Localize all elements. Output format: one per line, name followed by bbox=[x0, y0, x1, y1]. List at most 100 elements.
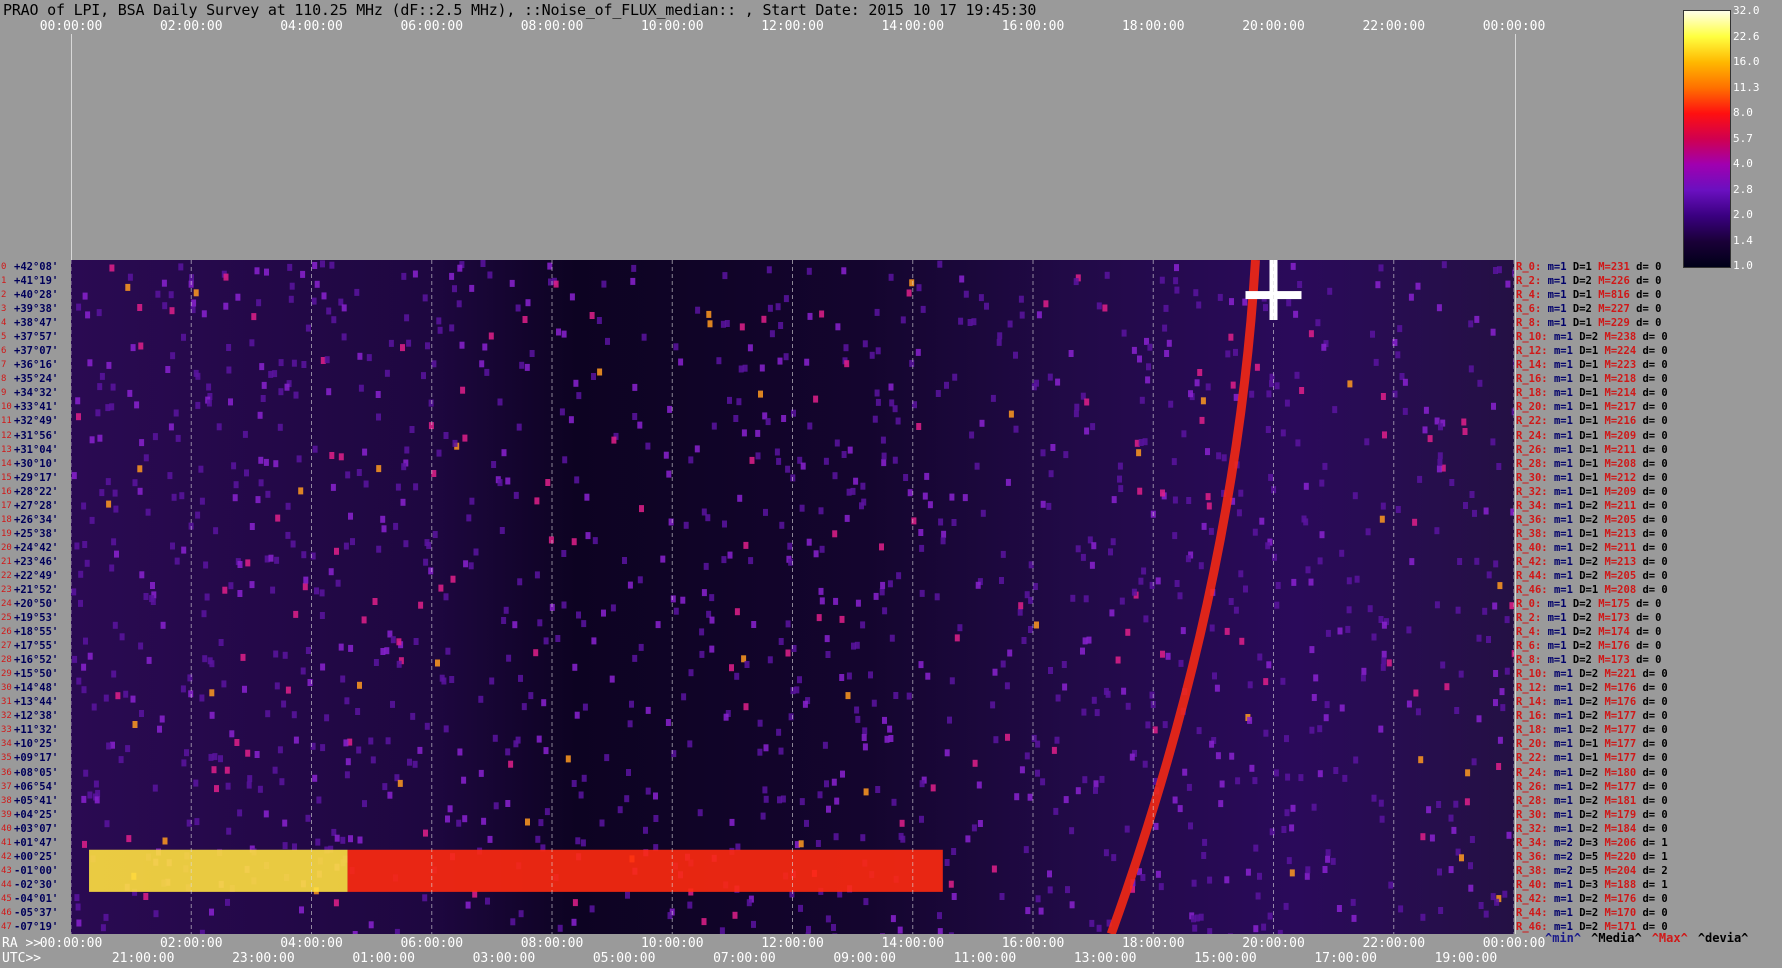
noise-pixel bbox=[1402, 378, 1408, 386]
beam-id-value: R_38: bbox=[1516, 864, 1554, 877]
noise-pixel bbox=[1381, 650, 1387, 658]
beam-id-value: R_16: bbox=[1516, 373, 1554, 386]
beam-m-value: m=1 bbox=[1553, 373, 1580, 386]
noise-pixel bbox=[1451, 826, 1457, 834]
noise-pixel bbox=[1103, 849, 1109, 857]
utc-axis-prefix: UTC>> bbox=[2, 951, 42, 966]
noise-pixel bbox=[975, 581, 981, 589]
beam-m-value: m=1 bbox=[1553, 696, 1580, 709]
noise-pixel bbox=[1096, 302, 1102, 310]
beam-dd-value: d= 0 bbox=[1642, 822, 1675, 835]
noise-pixel bbox=[394, 928, 400, 934]
beam-m-value: m=2 bbox=[1553, 850, 1580, 863]
noise-pixel bbox=[879, 588, 885, 596]
noise-pixel bbox=[1108, 548, 1113, 556]
declination-label: +18°55' bbox=[14, 626, 59, 639]
noise-pixel bbox=[1047, 886, 1053, 894]
beam-m-value: m=1 bbox=[1553, 485, 1580, 498]
noise-pixel bbox=[637, 576, 643, 584]
noise-pixel bbox=[450, 575, 456, 583]
declination-row: 5 +37°57' bbox=[0, 330, 71, 344]
beam-dd-value: d= 0 bbox=[1642, 808, 1675, 821]
noise-pixel bbox=[701, 918, 707, 926]
noise-pixel bbox=[948, 932, 954, 934]
noise-pixel bbox=[780, 795, 786, 803]
beam-id-value: R_20: bbox=[1516, 738, 1554, 751]
noise-pixel bbox=[384, 369, 390, 377]
noise-pixel bbox=[895, 417, 901, 425]
noise-pixel bbox=[980, 509, 986, 517]
noise-pixel bbox=[201, 310, 207, 318]
noise-pixel bbox=[845, 692, 851, 700]
noise-pixel bbox=[109, 264, 115, 272]
noise-pixel bbox=[979, 419, 985, 427]
noise-pixel bbox=[915, 348, 921, 356]
beam-max-value: M=209 bbox=[1604, 485, 1643, 498]
beam-id-value: R_28: bbox=[1516, 794, 1554, 807]
noise-pixel bbox=[645, 706, 651, 714]
noise-pixel bbox=[330, 483, 336, 491]
noise-pixel bbox=[443, 593, 449, 601]
noise-pixel bbox=[487, 835, 493, 843]
noise-pixel bbox=[882, 607, 888, 615]
beam-id-value: R_30: bbox=[1516, 471, 1554, 484]
noise-pixel bbox=[278, 388, 284, 396]
colorbar-tick-label: 16.0 bbox=[1733, 55, 1760, 68]
noise-pixel bbox=[518, 674, 523, 682]
beam-dd-value: d= 0 bbox=[1642, 541, 1675, 554]
ra-axis-tick: 00:00:00 bbox=[39, 936, 103, 951]
beam-max-value: M=188 bbox=[1604, 878, 1643, 891]
noise-pixel bbox=[1093, 780, 1099, 788]
beam-m-value: m=1 bbox=[1553, 513, 1580, 526]
noise-pixel bbox=[83, 769, 89, 777]
noise-pixel bbox=[1089, 561, 1095, 569]
noise-pixel bbox=[1313, 674, 1319, 682]
noise-pixel bbox=[571, 538, 577, 546]
beam-d-value: D=2 bbox=[1579, 682, 1605, 695]
top-axis-tick: 20:00:00 bbox=[1242, 19, 1305, 34]
noise-pixel bbox=[1367, 605, 1373, 613]
noise-pixel bbox=[320, 663, 326, 671]
noise-pixel bbox=[716, 357, 722, 365]
beam-id-value: R_4: bbox=[1516, 289, 1548, 302]
noise-pixel bbox=[581, 620, 587, 628]
noise-pixel bbox=[293, 391, 299, 399]
noise-pixel bbox=[736, 398, 742, 406]
noise-pixel bbox=[1265, 542, 1271, 550]
noise-pixel bbox=[683, 521, 689, 529]
noise-pixel bbox=[235, 293, 241, 301]
beam-id-value: R_36: bbox=[1516, 850, 1554, 863]
noise-pixel bbox=[1281, 826, 1287, 833]
noise-pixel bbox=[807, 312, 813, 320]
noise-pixel bbox=[1145, 721, 1151, 729]
noise-pixel bbox=[1463, 502, 1468, 509]
noise-pixel bbox=[949, 493, 955, 501]
noise-pixel bbox=[1330, 857, 1336, 865]
noise-pixel bbox=[240, 653, 246, 661]
beam-dd-value: d= 0 bbox=[1642, 696, 1675, 709]
beam-d-value: D=1 bbox=[1579, 443, 1605, 456]
noise-pixel bbox=[1131, 346, 1137, 354]
noise-pixel bbox=[484, 368, 490, 376]
noise-pixel bbox=[510, 918, 516, 926]
top-axis-tick: 10:00:00 bbox=[640, 19, 704, 34]
declination-row: 34 +10°25' bbox=[0, 737, 71, 751]
noise-pixel bbox=[802, 700, 808, 708]
noise-pixel bbox=[329, 452, 335, 459]
beam-dd-value: d= 0 bbox=[1642, 738, 1675, 751]
utc-axis-tick: 01:00:00 bbox=[352, 951, 415, 966]
row-index: 36 bbox=[1, 767, 12, 778]
noise-pixel bbox=[424, 539, 430, 547]
noise-pixel bbox=[1188, 822, 1193, 830]
noise-pixel bbox=[737, 494, 743, 502]
noise-pixel bbox=[111, 538, 117, 546]
beam-id-value: R_20: bbox=[1516, 401, 1554, 414]
noise-pixel bbox=[785, 649, 791, 657]
noise-pixel bbox=[576, 392, 582, 400]
declination-row: 45 -04°01' bbox=[0, 892, 71, 906]
noise-pixel bbox=[1155, 577, 1161, 585]
noise-pixel bbox=[893, 692, 899, 699]
noise-pixel bbox=[1437, 452, 1443, 460]
beam-id-value: R_10: bbox=[1516, 331, 1554, 344]
noise-pixel bbox=[1117, 475, 1122, 483]
